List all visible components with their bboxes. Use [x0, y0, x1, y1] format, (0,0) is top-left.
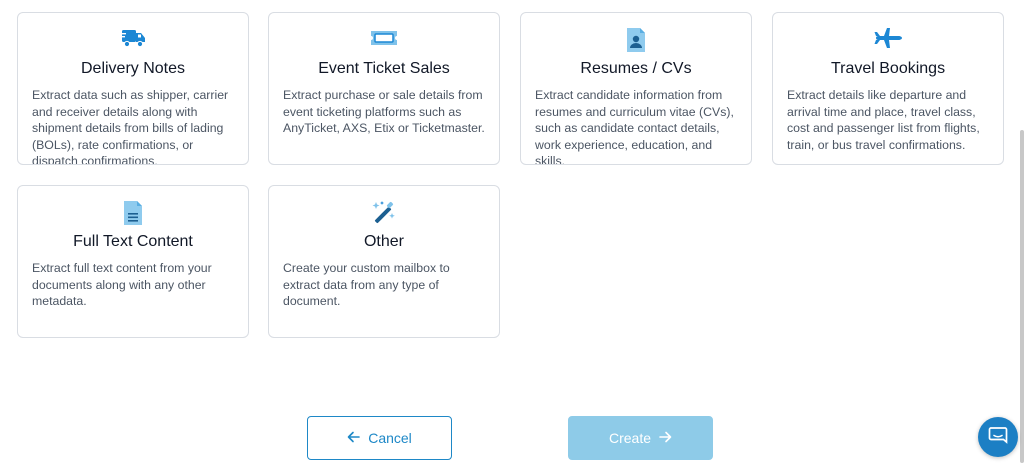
card-title: Delivery Notes: [80, 60, 186, 77]
arrow-left-icon: [347, 430, 361, 446]
create-button-label: Create: [608, 430, 652, 446]
chat-launcher-button[interactable]: [978, 417, 1018, 457]
resume-id-icon: [521, 27, 751, 53]
card-title: Full Text Content: [73, 233, 193, 250]
card-travel-bookings[interactable]: Travel Bookings Extract details like dep…: [772, 12, 1004, 165]
card-full-text-content[interactable]: Full Text Content Extract full text cont…: [17, 185, 249, 338]
card-description: Create your custom mailbox to extract da…: [283, 261, 450, 308]
card-other[interactable]: Other Create your custom mailbox to extr…: [268, 185, 500, 338]
card-title: Event Ticket Sales: [318, 60, 450, 77]
cancel-button-label: Cancel: [368, 430, 412, 446]
cancel-button[interactable]: Cancel: [307, 416, 452, 460]
create-button[interactable]: Create: [568, 416, 713, 460]
arrow-right-icon: [659, 430, 672, 446]
card-description: Extract purchase or sale details from ev…: [283, 88, 485, 135]
scrollbar[interactable]: [1020, 130, 1024, 463]
ticket-icon: [269, 27, 499, 53]
card-title: Resumes / CVs: [580, 60, 692, 77]
card-description: Extract full text content from your docu…: [32, 261, 212, 308]
card-event-ticket-sales[interactable]: Event Ticket Sales Extract purchase or s…: [268, 12, 500, 165]
card-resumes-cvs[interactable]: Resumes / CVs Extract candidate informat…: [520, 12, 752, 165]
chat-icon: [988, 425, 1008, 450]
card-title: Other: [363, 233, 404, 250]
card-description: Extract candidate information from resum…: [535, 88, 734, 165]
airplane-icon: [773, 27, 1003, 53]
card-delivery-notes[interactable]: Delivery Notes Extract data such as ship…: [17, 12, 249, 165]
document-text-icon: [18, 200, 248, 226]
delivery-truck-icon: [18, 27, 248, 53]
magic-wand-icon: [269, 200, 499, 226]
card-description: Extract details like departure and arriv…: [787, 88, 980, 152]
card-description: Extract data such as shipper, carrier an…: [32, 88, 229, 165]
card-title: Travel Bookings: [830, 60, 946, 77]
